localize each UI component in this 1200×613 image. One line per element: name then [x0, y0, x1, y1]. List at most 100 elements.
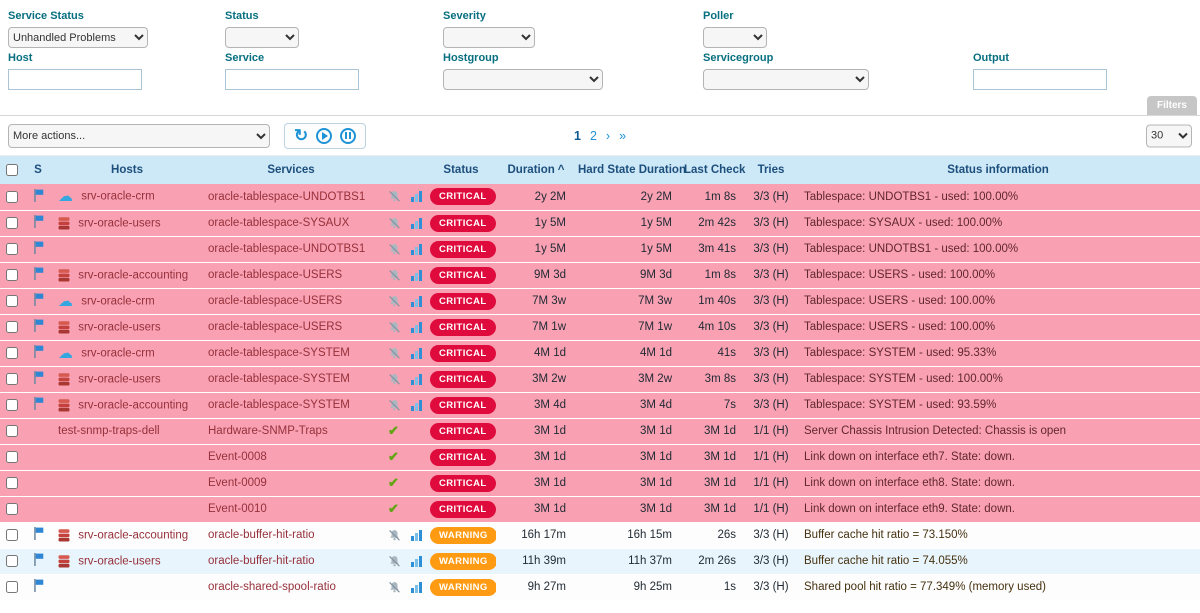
status-badge: CRITICAL [430, 423, 496, 440]
pause-icon[interactable] [340, 128, 356, 144]
col-services[interactable]: Services [202, 156, 380, 184]
row-checkbox[interactable] [6, 425, 18, 437]
page-2[interactable]: 2 [590, 129, 597, 143]
host-label: Host [8, 52, 142, 64]
col-s[interactable]: S [24, 156, 52, 184]
host-link[interactable]: srv-oracle-crm [81, 295, 154, 307]
row-checkbox[interactable] [6, 399, 18, 411]
more-actions-select[interactable]: More actions... [8, 124, 270, 148]
service-link[interactable]: oracle-buffer-hit-ratio [208, 555, 315, 567]
chart-icon[interactable] [411, 322, 422, 333]
col-tries[interactable]: Tries [746, 156, 796, 184]
col-hard-state-duration[interactable]: Hard State Duration [576, 156, 682, 184]
row-checkbox[interactable] [6, 529, 18, 541]
service-link[interactable]: oracle-tablespace-USERS [208, 269, 342, 281]
service-link[interactable]: oracle-buffer-hit-ratio [208, 529, 315, 541]
row-checkbox[interactable] [6, 321, 18, 333]
host-link[interactable]: srv-oracle-users [78, 373, 160, 385]
row-checkbox[interactable] [6, 217, 18, 229]
row-checkbox[interactable] [6, 191, 18, 203]
host-link[interactable]: srv-oracle-accounting [78, 529, 188, 541]
output-input[interactable] [973, 69, 1107, 90]
select-all-checkbox[interactable] [6, 164, 18, 176]
status-badge: CRITICAL [430, 501, 496, 518]
chart-icon[interactable] [411, 191, 422, 202]
col-duration[interactable]: Duration^ [496, 156, 576, 184]
last-page-icon[interactable]: » [619, 129, 626, 143]
service-link[interactable]: oracle-tablespace-SYSTEM [208, 399, 350, 411]
col-hosts[interactable]: Hosts [52, 156, 202, 184]
poller-select[interactable] [703, 27, 767, 48]
notifications-muted-icon [388, 373, 401, 386]
chart-icon[interactable] [411, 296, 422, 307]
service-link[interactable]: Event-0008 [208, 451, 267, 463]
database-icon [58, 399, 70, 412]
status-select[interactable] [225, 27, 299, 48]
row-checkbox[interactable] [6, 477, 18, 489]
host-link[interactable]: srv-oracle-users [78, 217, 160, 229]
filters-tab[interactable]: Filters [1147, 96, 1197, 115]
duration-cell: 3M 1d [496, 470, 576, 496]
last-check-cell: 26s [682, 522, 746, 548]
row-checkbox[interactable] [6, 581, 18, 593]
host-link[interactable]: srv-oracle-users [78, 321, 160, 333]
col-status[interactable]: Status [426, 156, 496, 184]
page-size-select[interactable]: 30 [1146, 124, 1192, 147]
host-link[interactable]: srv-oracle-crm [81, 347, 154, 359]
service-link[interactable]: oracle-tablespace-SYSTEM [208, 347, 350, 359]
service-link[interactable]: oracle-tablespace-SYSTEM [208, 373, 350, 385]
filter-servicegroup: Servicegroup [703, 52, 869, 90]
servicegroup-select[interactable] [703, 69, 869, 90]
service-input[interactable] [225, 69, 359, 90]
duration-cell: 3M 1d [496, 496, 576, 522]
host-link[interactable]: test-snmp-traps-dell [58, 425, 160, 437]
severity-select[interactable] [443, 27, 535, 48]
chart-icon[interactable] [411, 348, 422, 359]
play-icon[interactable] [316, 128, 332, 144]
service-link[interactable]: Event-0010 [208, 503, 267, 515]
row-checkbox[interactable] [6, 555, 18, 567]
service-link[interactable]: oracle-tablespace-UNDOTBS1 [208, 243, 365, 255]
chart-icon[interactable] [411, 556, 422, 567]
service-link[interactable]: Hardware-SNMP-Traps [208, 425, 328, 437]
next-page-icon[interactable]: › [606, 129, 610, 143]
tries-cell: 3/3 (H) [746, 548, 796, 574]
chart-icon[interactable] [411, 270, 422, 281]
chart-icon[interactable] [411, 400, 422, 411]
col-last-check[interactable]: Last Check [682, 156, 746, 184]
host-link[interactable]: srv-oracle-crm [81, 191, 154, 203]
service-link[interactable]: oracle-tablespace-SYSAUX [208, 217, 349, 229]
service-link[interactable]: oracle-tablespace-USERS [208, 321, 342, 333]
chart-icon[interactable] [411, 244, 422, 255]
row-checkbox[interactable] [6, 503, 18, 515]
notifications-muted-icon [388, 555, 401, 568]
priority-flag-icon [33, 323, 44, 335]
service-link[interactable]: Event-0009 [208, 477, 267, 489]
chart-icon[interactable] [411, 374, 422, 385]
col-status-information[interactable]: Status information [796, 156, 1200, 184]
row-checkbox[interactable] [6, 243, 18, 255]
hostgroup-select[interactable] [443, 69, 603, 90]
chart-icon[interactable] [411, 582, 422, 593]
page-1[interactable]: 1 [574, 129, 581, 143]
chart-icon[interactable] [411, 218, 422, 229]
row-checkbox[interactable] [6, 347, 18, 359]
service-table-body: ☁ srv-oracle-crm oracle-tablespace-UNDOT… [0, 184, 1200, 600]
table-header-row: S Hosts Services Status Duration^ Hard S… [0, 156, 1200, 184]
row-checkbox[interactable] [6, 451, 18, 463]
host-link[interactable]: srv-oracle-accounting [78, 399, 188, 411]
host-input[interactable] [8, 69, 142, 90]
service-link[interactable]: oracle-tablespace-USERS [208, 295, 342, 307]
refresh-icon[interactable]: ↻ [294, 127, 308, 144]
service-status-select[interactable]: Unhandled Problems [8, 27, 148, 48]
passive-check-icon: ✔ [388, 501, 399, 516]
host-link[interactable]: srv-oracle-users [78, 555, 160, 567]
notifications-muted-icon [388, 399, 401, 412]
row-checkbox[interactable] [6, 373, 18, 385]
service-link[interactable]: oracle-tablespace-UNDOTBS1 [208, 191, 365, 203]
chart-icon[interactable] [411, 530, 422, 541]
row-checkbox[interactable] [6, 295, 18, 307]
service-link[interactable]: oracle-shared-spool-ratio [208, 581, 336, 593]
row-checkbox[interactable] [6, 269, 18, 281]
host-link[interactable]: srv-oracle-accounting [78, 269, 188, 281]
